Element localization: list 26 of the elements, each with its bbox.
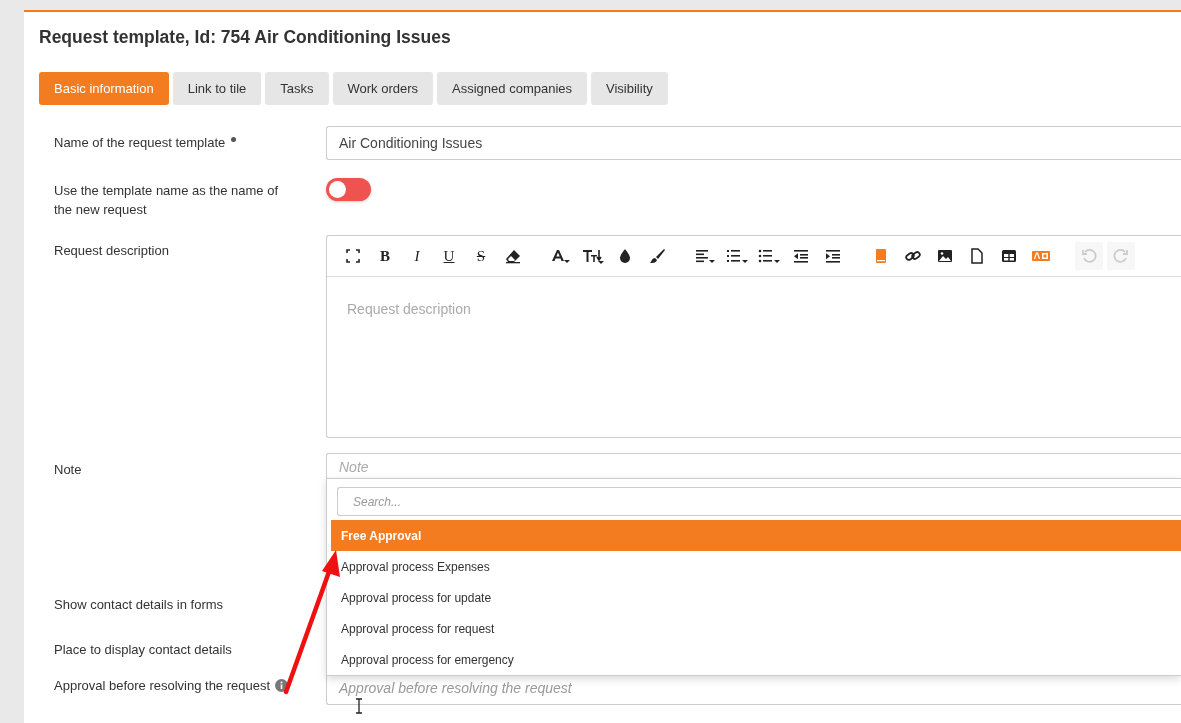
page-title: Request template, Id: 754 Air Conditioning Issues — [39, 26, 452, 48]
tab[interactable]: Assigned companies — [437, 72, 588, 105]
text-input[interactable]: Air Conditioning Issues — [326, 126, 1181, 160]
tab[interactable]: Visibility — [591, 72, 668, 105]
field-label: Show contact details in forms — [54, 597, 224, 612]
field-label: Use the template name as the name of the new request — [54, 183, 278, 217]
editor-placeholder: Request description — [346, 300, 472, 319]
rich-text-editor[interactable]: B I U S Request description — [326, 235, 1181, 438]
strikethrough-button[interactable]: S — [467, 242, 495, 270]
tab[interactable]: Work orders — [332, 72, 434, 105]
dropdown-option[interactable]: Approval process for update — [341, 582, 1181, 613]
text-cursor-icon — [355, 698, 363, 714]
field-label: Place to display contact details — [54, 642, 232, 657]
field-label: Note — [54, 462, 82, 477]
field-label: Name of the request template — [54, 135, 226, 150]
dropdown-option[interactable]: Approval process for request — [341, 613, 1181, 644]
toggle-switch[interactable] — [326, 178, 371, 201]
tab[interactable]: Tasks — [265, 72, 329, 105]
field-label: Request description — [54, 243, 169, 258]
info-icon[interactable] — [275, 679, 289, 692]
italic-button[interactable]: I — [403, 242, 431, 270]
tab[interactable]: Link to tile — [172, 72, 262, 105]
bold-button[interactable]: B — [371, 242, 399, 270]
underline-button[interactable]: U — [435, 242, 463, 270]
dropdown-option[interactable]: Approval process Expenses — [341, 551, 1181, 582]
field-label: Approval before resolving the request — [54, 678, 271, 693]
